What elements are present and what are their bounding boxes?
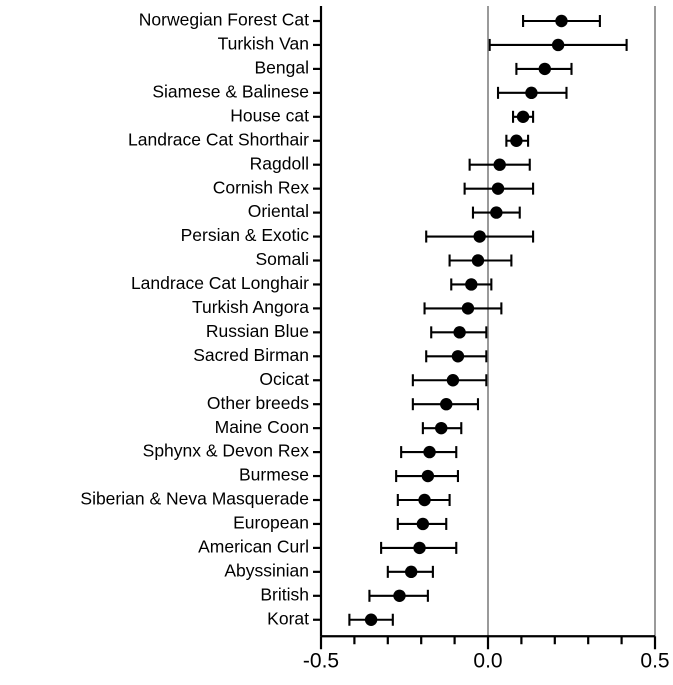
- point-estimate-marker: [393, 589, 406, 602]
- category-label: Siberian & Neva Masquerade: [80, 489, 309, 509]
- category-label: Bengal: [255, 58, 310, 78]
- forest-plot-canvas: Norwegian Forest Cat Turkish Van Bengal Sia…: [80, 6, 670, 673]
- point-estimate-marker: [413, 541, 426, 555]
- table-row: Bengal: [255, 58, 573, 78]
- point-estimate-marker: [490, 206, 503, 219]
- table-row: Turkish Van: [218, 34, 628, 54]
- category-label: Russian Blue: [206, 321, 309, 341]
- category-label: Oriental: [248, 201, 309, 221]
- table-row: Sacred Birman: [193, 345, 488, 365]
- table-row: Siamese & Balinese: [152, 81, 568, 101]
- category-label: Sphynx & Devon Rex: [143, 441, 310, 461]
- category-label: Persian & Exotic: [181, 225, 310, 245]
- table-row: Korat: [267, 608, 394, 628]
- x-tick-label: -0.5: [303, 650, 339, 673]
- category-label: Turkish Angora: [192, 297, 309, 317]
- table-row: Oriental: [248, 201, 521, 221]
- x-tick-label: 0.5: [640, 650, 669, 673]
- point-estimate-marker: [510, 134, 523, 147]
- table-row: Landrace Cat Shorthair: [128, 129, 530, 149]
- point-estimate-marker: [491, 182, 505, 195]
- table-row: Sphynx & Devon Rex: [143, 441, 458, 461]
- point-estimate-marker: [551, 38, 565, 52]
- table-row: Turkish Angora: [192, 297, 503, 317]
- point-estimate-marker: [451, 350, 465, 363]
- category-label: Landrace Cat Longhair: [131, 273, 309, 293]
- data-rows-group: Norwegian Forest Cat Turkish Van Bengal Sia…: [80, 10, 628, 628]
- x-ticks-group: -0.5 0.0 0.5: [303, 636, 670, 673]
- table-row: Cornish Rex: [213, 177, 535, 197]
- category-label: Sacred Birman: [193, 345, 309, 365]
- table-row: Abyssinian: [224, 560, 434, 580]
- table-row: Landrace Cat Longhair: [131, 273, 493, 293]
- category-label: Norwegian Forest Cat: [139, 10, 309, 30]
- point-estimate-marker: [555, 14, 568, 28]
- point-estimate-marker: [516, 110, 530, 124]
- category-label: Landrace Cat Shorthair: [128, 129, 309, 149]
- gridlines-group: [320, 6, 656, 637]
- category-label: British: [260, 584, 309, 604]
- point-estimate-marker: [538, 62, 551, 76]
- point-estimate-marker: [473, 230, 486, 243]
- category-label: Burmese: [239, 465, 309, 485]
- point-estimate-marker: [418, 493, 431, 507]
- category-label: Ragdoll: [250, 153, 309, 173]
- category-label: Other breeds: [207, 393, 309, 413]
- category-label: Ocicat: [259, 369, 309, 389]
- point-estimate-marker: [446, 374, 460, 387]
- table-row: Burmese: [239, 465, 459, 485]
- table-row: Russian Blue: [206, 321, 488, 341]
- point-estimate-marker: [404, 565, 418, 579]
- category-label: Korat: [267, 608, 309, 628]
- point-estimate-marker: [440, 398, 453, 411]
- category-label: Cornish Rex: [213, 177, 310, 197]
- table-row: Maine Coon: [215, 417, 463, 437]
- x-tick-label: 0.0: [473, 650, 502, 673]
- point-estimate-marker: [435, 421, 448, 435]
- point-estimate-marker: [453, 326, 466, 339]
- table-row: Ocicat: [259, 369, 488, 389]
- point-estimate-marker: [461, 302, 475, 315]
- table-row: Somali: [256, 249, 513, 269]
- point-estimate-marker: [471, 254, 485, 267]
- forest-plot-figure: Norwegian Forest Cat Turkish Van Bengal Sia…: [0, 0, 673, 685]
- category-label: Abyssinian: [224, 560, 309, 580]
- category-label: American Curl: [198, 537, 309, 557]
- point-estimate-marker: [421, 469, 435, 483]
- category-label: Somali: [256, 249, 310, 269]
- point-estimate-marker: [364, 613, 378, 626]
- table-row: European: [233, 513, 448, 533]
- table-row: Other breeds: [207, 393, 480, 413]
- table-row: Norwegian Forest Cat: [139, 10, 601, 30]
- point-estimate-marker: [465, 278, 478, 291]
- category-label: European: [233, 513, 309, 533]
- point-estimate-marker: [525, 86, 538, 100]
- category-label: Maine Coon: [215, 417, 309, 437]
- table-row: Siberian & Neva Masquerade: [80, 489, 451, 509]
- table-row: American Curl: [198, 537, 458, 557]
- category-label: Turkish Van: [218, 34, 309, 54]
- table-row: Persian & Exotic: [181, 225, 535, 245]
- point-estimate-marker: [493, 158, 506, 171]
- category-label: House cat: [230, 105, 309, 125]
- point-estimate-marker: [423, 445, 436, 459]
- point-estimate-marker: [416, 517, 430, 531]
- table-row: British: [260, 584, 429, 604]
- category-label: Siamese & Balinese: [152, 81, 309, 101]
